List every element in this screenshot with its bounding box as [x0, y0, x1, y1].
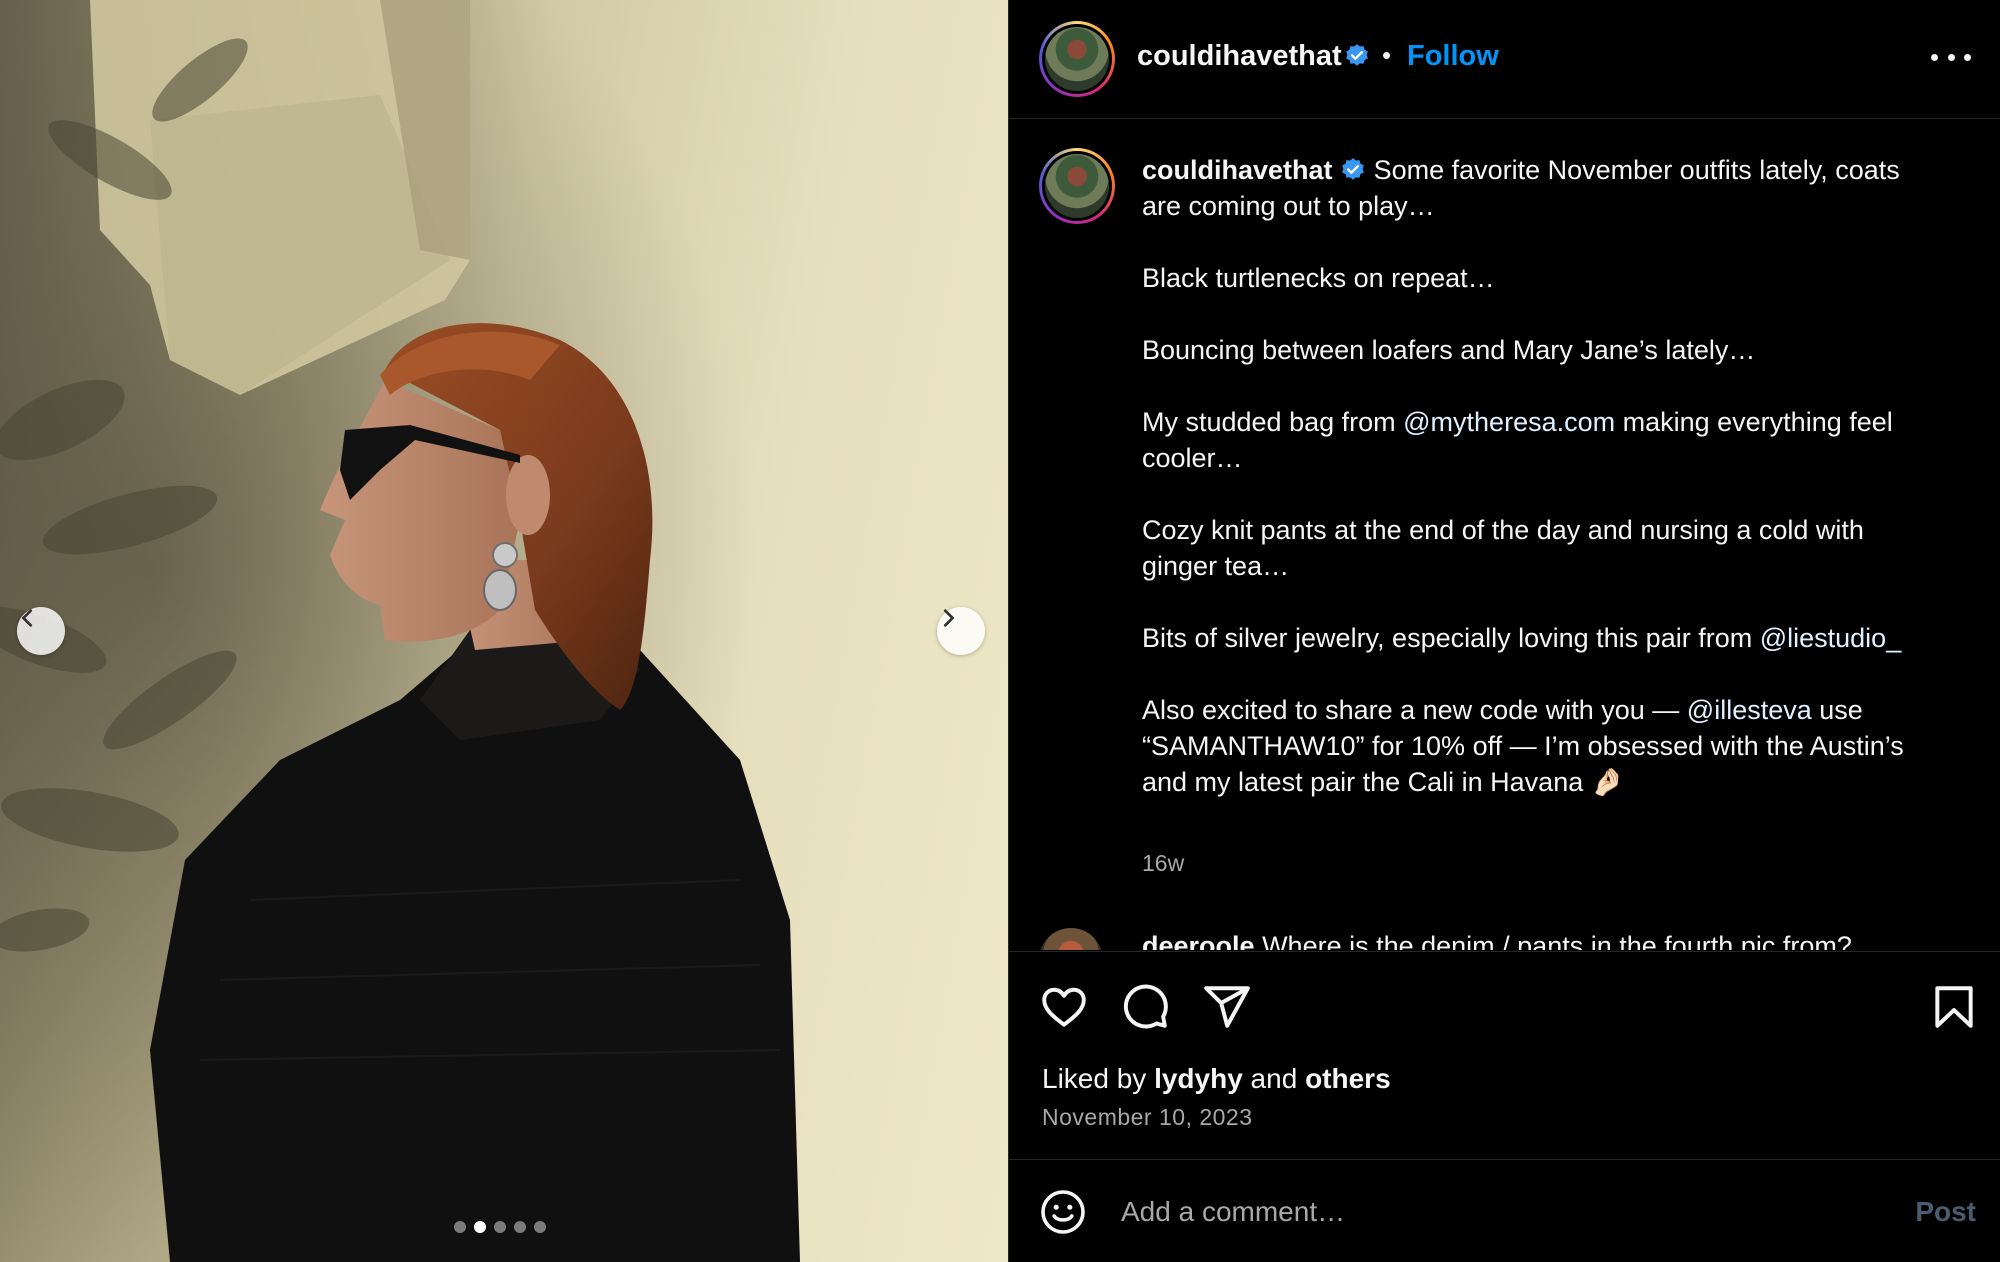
header-separator: • [1382, 40, 1392, 70]
verified-badge-icon [1346, 44, 1368, 66]
carousel-dot [514, 1221, 526, 1233]
post-actions: Liked by lydyhy and others November 10, … [1009, 951, 2000, 1159]
caption-paragraph: Bits of silver jewelry, especially lovin… [1142, 620, 1942, 656]
caption-timestamp[interactable]: 16w [1142, 850, 1184, 877]
commenter-avatar[interactable] [1039, 928, 1103, 950]
caption-paragraph: Also excited to share a new code with yo… [1142, 692, 1942, 800]
caption-paragraph: Black turtlenecks on repeat… [1142, 263, 1495, 293]
next-image-button[interactable] [937, 607, 985, 655]
author-username[interactable]: couldihavethat [1137, 40, 1342, 73]
caption-text: My studded bag from [1142, 407, 1404, 437]
follow-button[interactable]: Follow [1407, 40, 1499, 73]
post-photo[interactable] [0, 0, 1008, 1262]
post-caption: couldihavethat Some favorite November ou… [1142, 152, 1942, 800]
post-comment-button[interactable]: Post [1915, 1196, 1976, 1228]
chevron-right-icon [943, 609, 954, 627]
caption-text: Also excited to share a new code with yo… [1142, 695, 1687, 725]
caption-text: Bits of silver jewelry, especially lovin… [1142, 623, 1760, 653]
commenter-username[interactable]: deeroole [1142, 931, 1255, 950]
photo-illustration [0, 0, 1008, 1262]
comment-item: deeroole Where is the denim / pants in t… [1039, 928, 1969, 950]
carousel-dot [534, 1221, 546, 1233]
liked-by-others[interactable]: others [1305, 1063, 1391, 1094]
chevron-left-icon [22, 609, 33, 627]
carousel-dot [474, 1221, 486, 1233]
comment-text: Where is the denim / pants in the fourth… [1262, 931, 1852, 950]
caption-username[interactable]: couldihavethat [1142, 155, 1333, 185]
likes-prefix: Liked by [1042, 1063, 1155, 1094]
more-options-button[interactable] [1931, 42, 1971, 72]
verified-badge-icon [1342, 158, 1364, 180]
more-horizontal-icon [1931, 53, 1938, 61]
caption-paragraph: Cozy knit pants at the end of the day an… [1142, 515, 1864, 581]
smiley-icon[interactable] [1039, 1188, 1087, 1236]
likes-summary: Liked by lydyhy and others [1042, 1063, 1391, 1095]
likes-and: and [1242, 1063, 1306, 1094]
previous-image-button[interactable] [17, 607, 65, 655]
paper-plane-icon[interactable] [1202, 982, 1252, 1032]
caption-paragraph: My studded bag from @mytheresa.com makin… [1142, 404, 1942, 476]
post-header: couldihavethat • Follow [1009, 0, 2000, 119]
liked-by-user[interactable]: lydyhy [1154, 1063, 1243, 1094]
caption-author-avatar[interactable] [1039, 148, 1115, 224]
caption-paragraph: Bouncing between loafers and Mary Jane’s… [1142, 335, 1756, 365]
mention-link[interactable]: @liestudio_ [1760, 623, 1902, 653]
mention-link[interactable]: @mytheresa.com [1403, 407, 1615, 437]
comment-input[interactable] [1121, 1184, 1881, 1240]
add-comment-bar: Post [1009, 1159, 2000, 1262]
carousel-dot [454, 1221, 466, 1233]
bookmark-icon[interactable] [1929, 982, 1979, 1032]
post-details-panel: couldihavethat • Follow couldihavethat S… [1008, 0, 2000, 1262]
carousel-dot [494, 1221, 506, 1233]
post-date[interactable]: November 10, 2023 [1042, 1104, 1253, 1131]
comment-bubble-icon[interactable] [1120, 982, 1170, 1032]
comments-list[interactable]: couldihavethat Some favorite November ou… [1009, 120, 2000, 950]
mention-link[interactable]: @illesteva [1687, 695, 1812, 725]
heart-icon[interactable] [1039, 982, 1089, 1032]
carousel-indicator [454, 1221, 546, 1233]
author-avatar[interactable] [1039, 21, 1115, 97]
